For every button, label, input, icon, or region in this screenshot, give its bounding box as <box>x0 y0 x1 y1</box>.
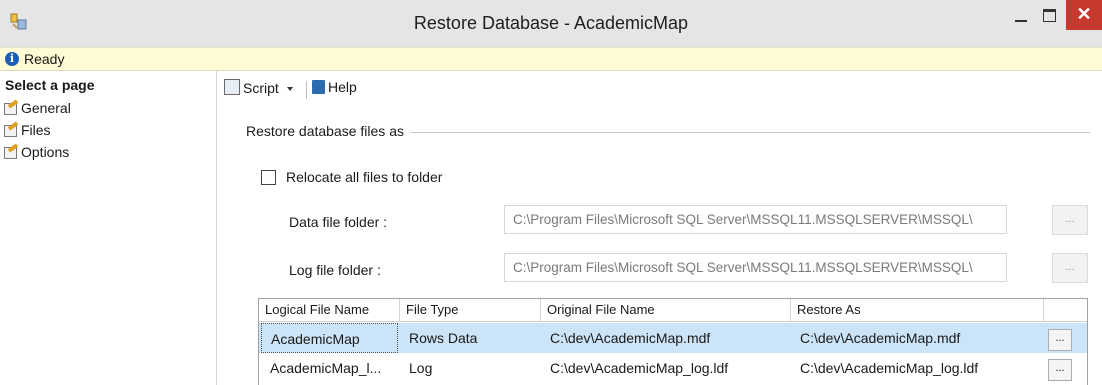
log-folder-browse-button[interactable]: ... <box>1052 253 1088 283</box>
log-folder-label: Log file folder : <box>289 262 381 278</box>
page-icon <box>4 121 19 137</box>
data-folder-browse-button[interactable]: ... <box>1052 205 1088 235</box>
chevron-down-icon[interactable] <box>286 87 293 91</box>
grid-header: Logical File Name File Type Original Fil… <box>259 299 1087 322</box>
cell-file-type[interactable]: Rows Data <box>400 323 541 353</box>
maximize-button[interactable] <box>1036 0 1066 30</box>
log-folder-field[interactable]: C:\Program Files\Microsoft SQL Server\MS… <box>504 253 1007 282</box>
pane-header: Select a page <box>5 77 95 93</box>
cell-original-name[interactable]: C:\dev\AcademicMap.mdf <box>541 323 791 353</box>
toolbar-divider <box>306 81 307 99</box>
status-text: Ready <box>24 51 65 67</box>
table-row[interactable]: AcademicMap_l... Log C:\dev\AcademicMap_… <box>259 353 1087 383</box>
cell-logical-name[interactable]: AcademicMap <box>261 323 398 353</box>
files-grid: Logical File Name File Type Original Fil… <box>258 298 1088 385</box>
select-page-pane: Select a page General Files Options <box>0 71 217 385</box>
relocate-label[interactable]: Relocate all files to folder <box>286 169 442 185</box>
relocate-checkbox[interactable] <box>261 170 276 185</box>
nav-item-files[interactable]: Files <box>4 119 51 141</box>
cell-logical-name[interactable]: AcademicMap_l... <box>261 353 398 383</box>
cell-restore-as[interactable]: C:\dev\AcademicMap_log.ldf <box>791 353 1044 383</box>
minimize-icon <box>1015 20 1027 22</box>
nav-item-general[interactable]: General <box>4 97 71 119</box>
data-folder-label: Data file folder : <box>289 214 388 230</box>
group-title: Restore database files as <box>246 123 410 139</box>
script-icon <box>224 79 240 95</box>
status-bar: i Ready <box>0 47 1102 71</box>
cell-file-type[interactable]: Log <box>400 353 541 383</box>
restore-as-browse-button[interactable]: ... <box>1048 329 1072 351</box>
title-bar: Restore Database - AcademicMap ✕ <box>0 0 1102 47</box>
page-icon <box>4 99 19 115</box>
script-label: Script <box>243 80 279 96</box>
window-title: Restore Database - AcademicMap <box>413 13 689 33</box>
nav-item-label: Options <box>21 144 70 160</box>
table-row[interactable]: AcademicMap Rows Data C:\dev\AcademicMap… <box>259 323 1087 353</box>
restore-as-browse-button[interactable]: ... <box>1048 359 1072 381</box>
page-icon <box>4 143 19 159</box>
column-header-restore-as[interactable]: Restore As <box>791 299 1044 321</box>
script-button[interactable]: Script <box>224 79 293 96</box>
nav-item-label: General <box>21 100 71 116</box>
info-icon: i <box>5 52 19 66</box>
cell-restore-as[interactable]: C:\dev\AcademicMap.mdf <box>791 323 1044 353</box>
help-button[interactable]: Help <box>312 79 357 95</box>
help-label: Help <box>328 79 357 95</box>
help-icon <box>312 80 325 94</box>
column-header-original[interactable]: Original File Name <box>541 299 791 321</box>
nav-item-label: Files <box>21 122 51 138</box>
maximize-icon <box>1043 9 1056 22</box>
cell-original-name[interactable]: C:\dev\AcademicMap_log.ldf <box>541 353 791 383</box>
minimize-button[interactable] <box>1006 0 1036 30</box>
close-button[interactable]: ✕ <box>1066 0 1102 30</box>
nav-item-options[interactable]: Options <box>4 141 69 163</box>
column-header-type[interactable]: File Type <box>400 299 541 321</box>
column-header-logical[interactable]: Logical File Name <box>259 299 400 321</box>
data-folder-field[interactable]: C:\Program Files\Microsoft SQL Server\MS… <box>504 205 1007 234</box>
